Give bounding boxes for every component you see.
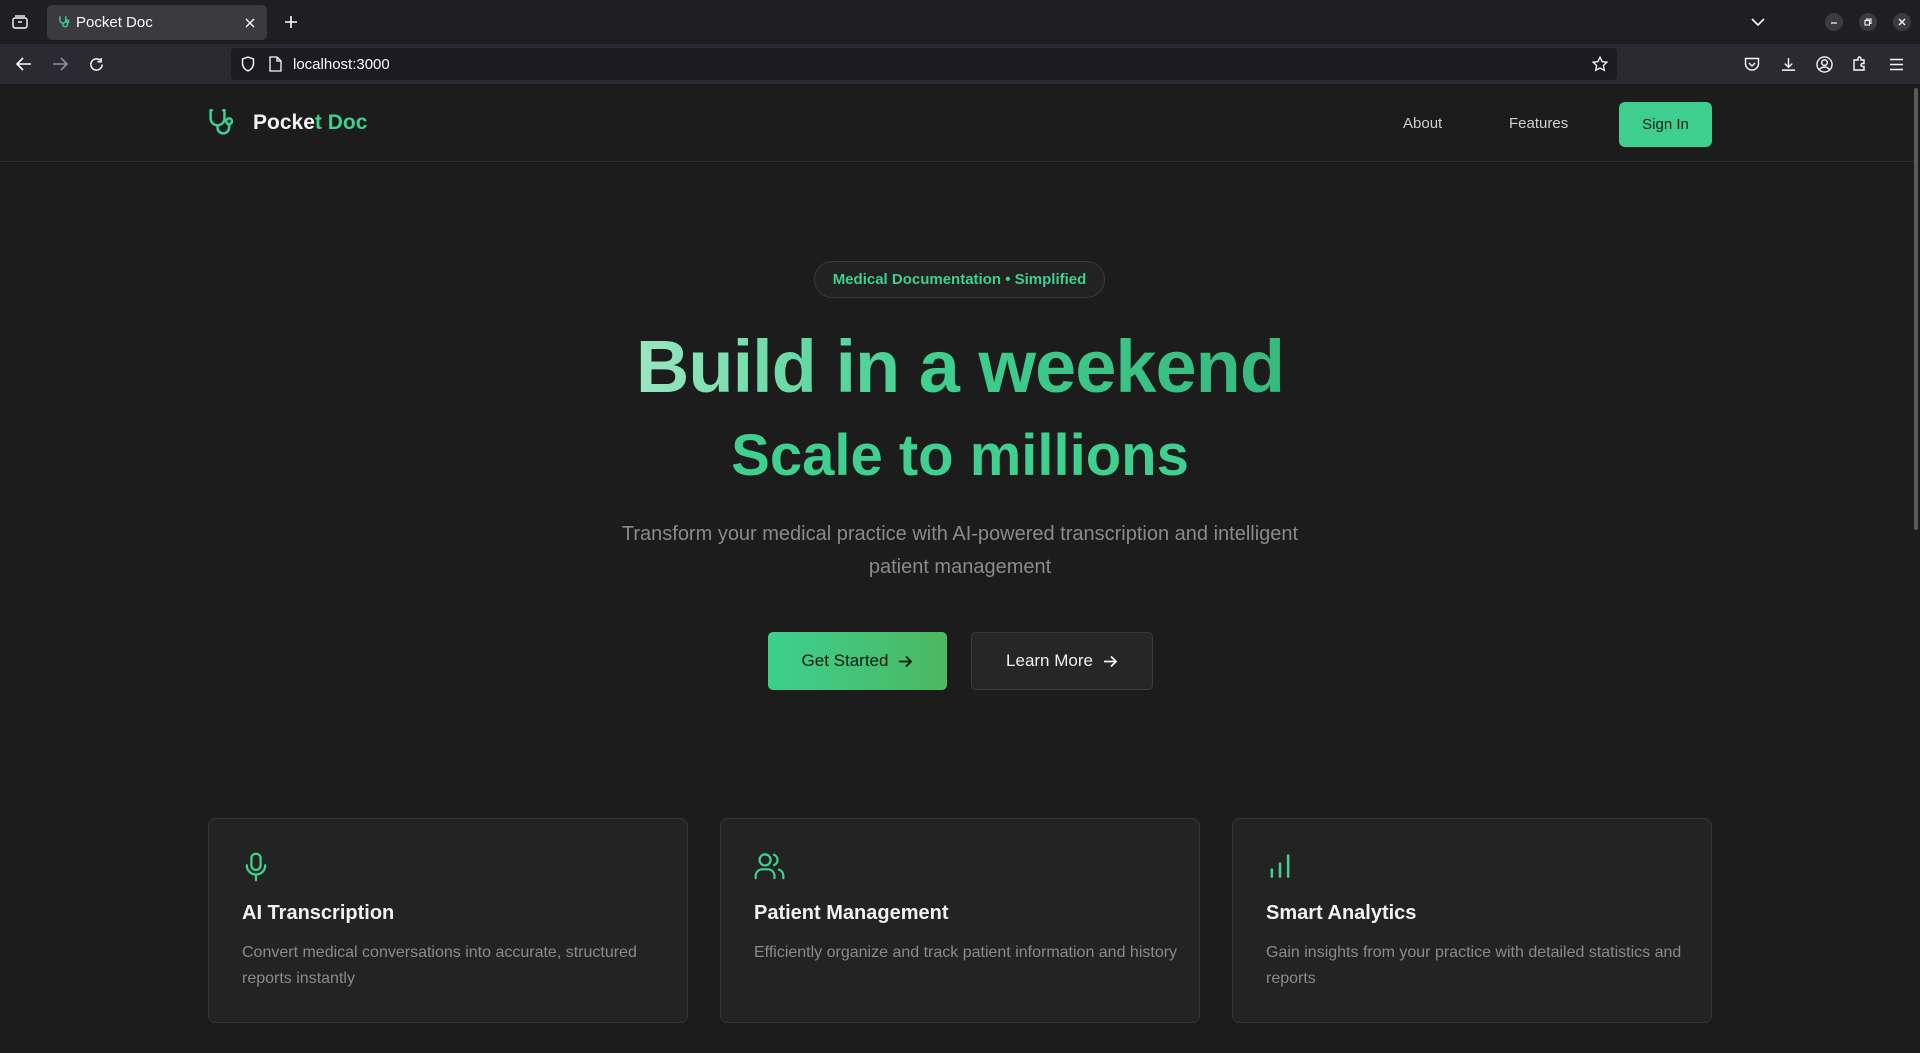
feature-description: Convert medical conversations into accur…	[242, 944, 637, 987]
brand-name-accent: t Doc	[314, 111, 368, 134]
new-tab-icon[interactable]	[280, 11, 302, 33]
account-icon[interactable]	[1813, 53, 1835, 75]
brand-logo[interactable]: Pocket Doc	[207, 108, 367, 138]
feature-description: Gain insights from your practice with de…	[1266, 944, 1682, 987]
browser-tab-bar: Pocket Doc	[0, 0, 1920, 44]
close-tab-icon[interactable]	[241, 14, 258, 31]
feature-title: Patient Management	[754, 902, 949, 924]
feature-card-smart-analytics: Smart Analytics Gain insights from your …	[1232, 818, 1712, 1023]
get-started-button[interactable]: Get Started	[768, 632, 947, 690]
arrow-right-icon	[888, 655, 913, 668]
learn-more-button[interactable]: Learn More	[971, 632, 1153, 690]
download-icon[interactable]	[1777, 53, 1799, 75]
arrow-right-icon	[1093, 655, 1118, 668]
learn-more-label: Learn More	[1006, 651, 1093, 670]
chevron-down-icon[interactable]	[1746, 11, 1770, 33]
address-bar[interactable]: localhost:3000	[231, 48, 1617, 80]
hero-subheadline: Scale to millions	[731, 423, 1189, 488]
hero-description: Transform your medical practice with AI-…	[621, 523, 1299, 578]
bookmark-star-icon[interactable]	[1592, 56, 1608, 72]
page-icon	[269, 56, 282, 72]
hero-headline-text: Build in a weekend	[635, 325, 1285, 408]
feature-description: Efficiently organize and track patient i…	[754, 944, 1178, 961]
menu-icon[interactable]	[1885, 53, 1907, 75]
users-icon	[754, 852, 785, 880]
stethoscope-favicon-icon	[57, 15, 71, 29]
browser-nav-bar: localhost:3000	[0, 44, 1920, 84]
pocket-icon[interactable]	[1741, 53, 1763, 75]
close-window-icon[interactable]	[1893, 13, 1911, 31]
feature-title: Smart Analytics	[1266, 902, 1417, 924]
browser-tab[interactable]: Pocket Doc	[47, 5, 267, 40]
nav-link-features[interactable]: Features	[1509, 115, 1568, 132]
sign-in-button[interactable]: Sign In	[1619, 102, 1712, 147]
page-viewport: Pocket Doc About Features Sign In Medica…	[0, 84, 1920, 1053]
extensions-icon[interactable]	[1849, 53, 1871, 75]
brand-name-first: Pocke	[253, 111, 315, 134]
site-header: Pocket Doc About Features Sign In	[0, 84, 1914, 162]
brand-name: Pocket Doc	[253, 111, 367, 135]
tab-title: Pocket Doc	[76, 14, 153, 31]
nav-link-about[interactable]: About	[1403, 115, 1442, 132]
back-icon[interactable]	[13, 53, 35, 75]
restore-icon[interactable]	[1859, 13, 1877, 31]
feature-card-patient-management: Patient Management Efficiently organize …	[720, 818, 1200, 1023]
hero-headline: Build in a weekend	[0, 324, 1920, 409]
forward-icon[interactable]	[49, 53, 71, 75]
microphone-icon	[242, 852, 270, 882]
minimize-icon[interactable]	[1825, 13, 1843, 31]
get-started-label: Get Started	[801, 651, 889, 670]
tagline-badge: Medical Documentation • Simplified	[814, 261, 1105, 298]
bar-chart-icon	[1266, 852, 1294, 880]
reload-icon[interactable]	[85, 53, 107, 75]
feature-card-ai-transcription: AI Transcription Convert medical convers…	[208, 818, 688, 1023]
tab-list-icon[interactable]	[8, 11, 32, 33]
shield-icon[interactable]	[241, 56, 255, 72]
url-text[interactable]: localhost:3000	[293, 56, 390, 73]
feature-title: AI Transcription	[242, 902, 395, 924]
stethoscope-icon	[207, 108, 235, 138]
